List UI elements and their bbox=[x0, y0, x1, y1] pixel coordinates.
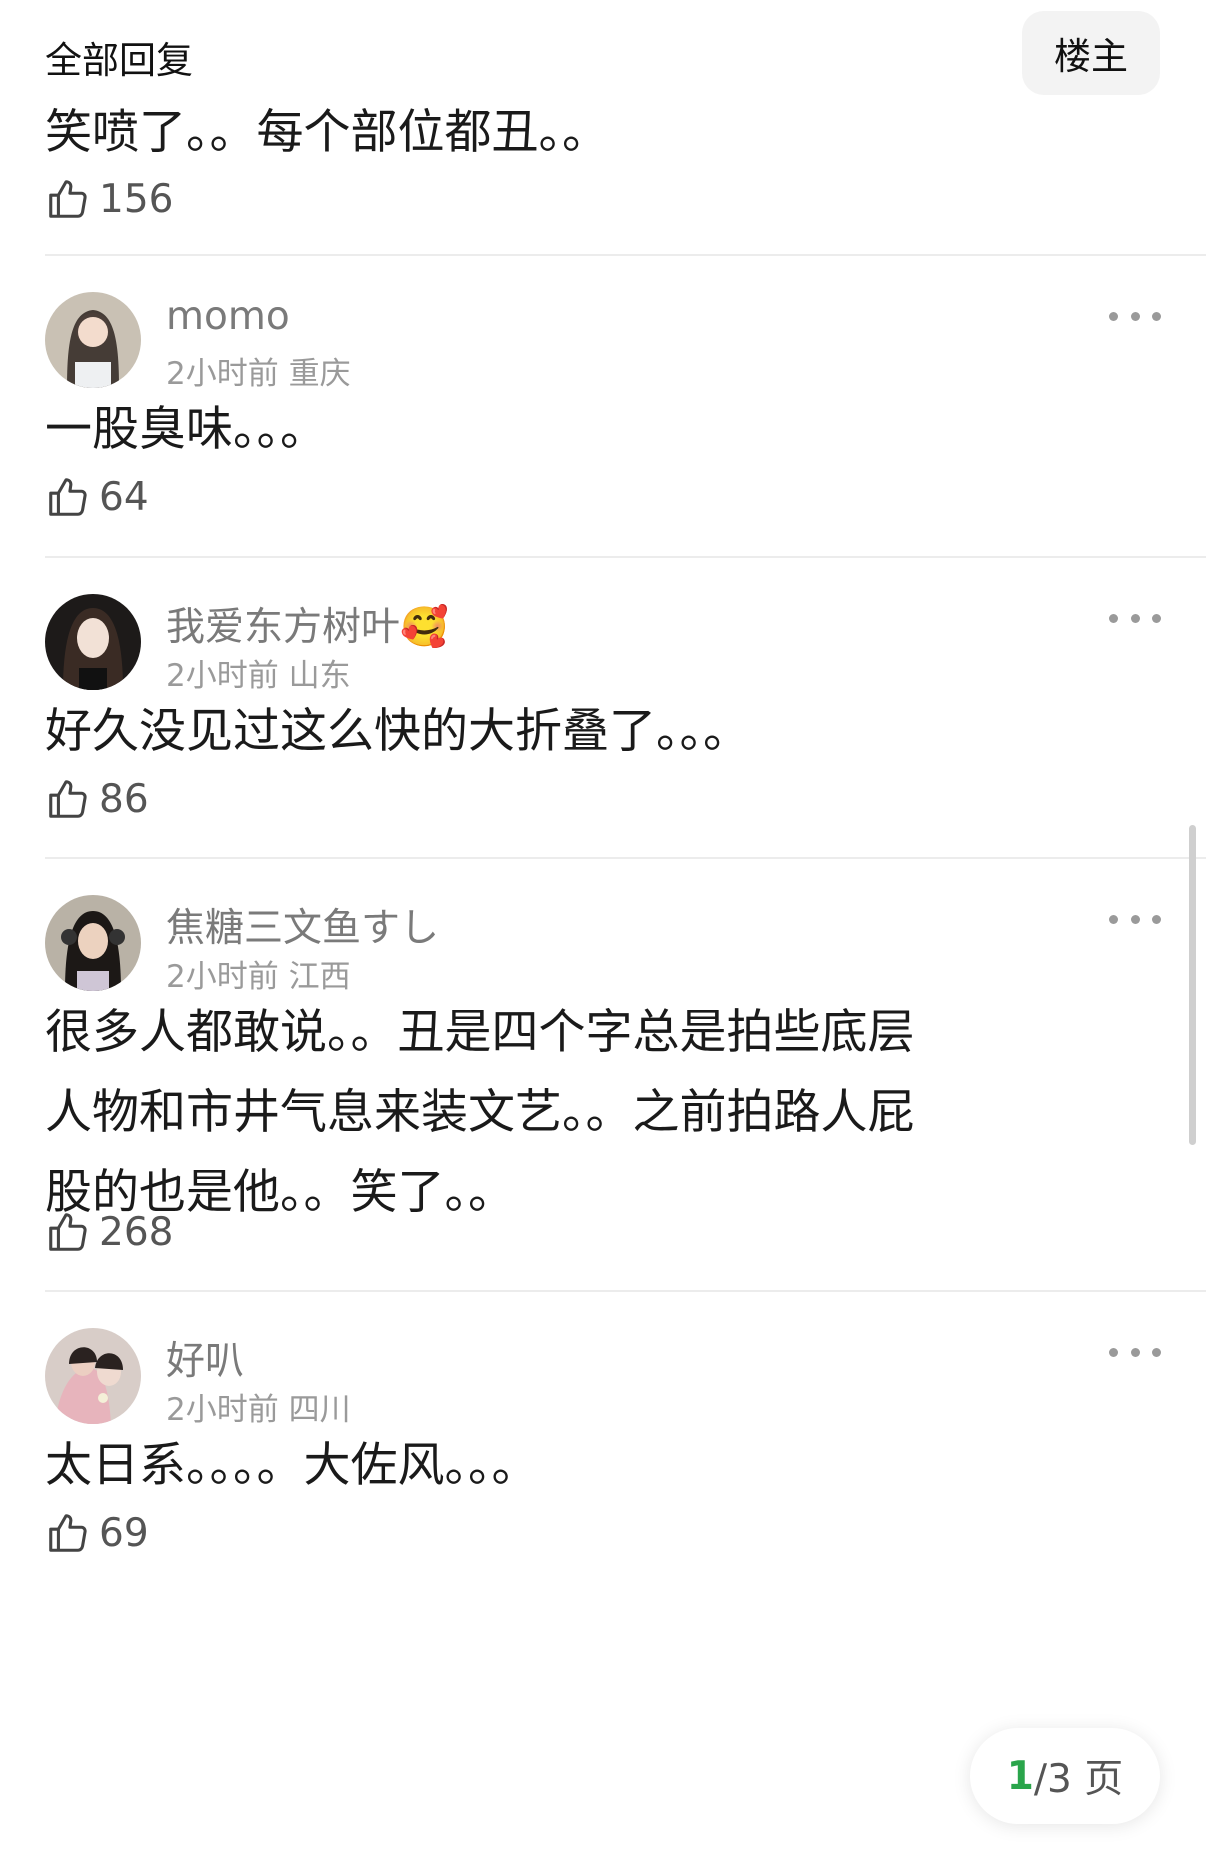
username[interactable]: 我爱东方树叶🥰 bbox=[166, 596, 449, 652]
reply-item: 笑喷了。。每个部位都丑。。 156 bbox=[45, 105, 1206, 256]
avatar[interactable] bbox=[45, 594, 141, 690]
like-count: 268 bbox=[99, 1209, 174, 1255]
thumbs-up-icon bbox=[49, 1213, 87, 1251]
more-icon[interactable] bbox=[1109, 608, 1161, 628]
page-title: 全部回复 bbox=[45, 39, 193, 82]
scrollbar[interactable] bbox=[1189, 825, 1196, 1145]
reply-header: 好叭 2小时前 四川 bbox=[45, 1328, 1206, 1428]
reply-meta: 2小时前 江西 bbox=[166, 959, 351, 995]
avatar[interactable] bbox=[45, 1328, 141, 1424]
like-button[interactable]: 156 bbox=[45, 176, 173, 222]
like-count: 86 bbox=[99, 776, 149, 822]
total-pages: /3 页 bbox=[1033, 1757, 1124, 1802]
like-count: 64 bbox=[99, 474, 149, 520]
reply-header: 我爱东方树叶🥰 2小时前 山东 bbox=[45, 594, 1206, 694]
username[interactable]: momo bbox=[166, 294, 290, 339]
reply-content: 一股臭味。。。 bbox=[45, 402, 327, 457]
thumbs-up-icon bbox=[49, 478, 87, 516]
thumbs-up-icon bbox=[49, 780, 87, 818]
username[interactable]: 焦糖三文鱼すし bbox=[166, 897, 439, 953]
reply-content: 好久没见过这么快的大折叠了。。。 bbox=[45, 704, 750, 759]
page-indicator[interactable]: 1/3 页 bbox=[970, 1728, 1160, 1824]
reply-header: momo 2小时前 重庆 bbox=[45, 292, 1206, 392]
thumbs-up-icon bbox=[49, 1514, 87, 1552]
reply-header: 焦糖三文鱼すし 2小时前 江西 bbox=[45, 895, 1206, 995]
reply-meta: 2小时前 重庆 bbox=[166, 356, 351, 392]
more-icon[interactable] bbox=[1109, 909, 1161, 929]
avatar[interactable] bbox=[45, 895, 141, 991]
reply-content: 很多人都敢说。。丑是四个字总是拍些底层人物和市井气息来装文艺。。之前拍路人屁股的… bbox=[45, 1005, 915, 1220]
avatar[interactable] bbox=[45, 292, 141, 388]
like-button[interactable]: 86 bbox=[45, 776, 149, 822]
more-icon[interactable] bbox=[1109, 306, 1161, 326]
reply-meta: 2小时前 山东 bbox=[166, 658, 351, 694]
op-filter-button[interactable]: 楼主 bbox=[1022, 11, 1160, 95]
reply-item: momo 2小时前 重庆 一股臭味。。。 64 bbox=[45, 256, 1206, 558]
like-count: 156 bbox=[99, 176, 174, 222]
reply-content: 笑喷了。。每个部位都丑。。 bbox=[45, 105, 609, 160]
username[interactable]: 好叭 bbox=[166, 1330, 244, 1386]
reply-item: 我爱东方树叶🥰 2小时前 山东 好久没见过这么快的大折叠了。。。 86 bbox=[45, 558, 1206, 859]
like-count: 69 bbox=[99, 1510, 149, 1556]
reply-page: 全部回复 楼主 笑喷了。。每个部位都丑。。 156 momo 2小时前 重庆 一… bbox=[0, 0, 1206, 1860]
header: 全部回复 楼主 bbox=[0, 0, 1206, 105]
reply-content: 太日系。。。。大佐风。。。 bbox=[45, 1438, 539, 1493]
like-button[interactable]: 64 bbox=[45, 474, 149, 520]
like-button[interactable]: 268 bbox=[45, 1209, 173, 1255]
thumbs-up-icon bbox=[49, 180, 87, 218]
like-button[interactable]: 69 bbox=[45, 1510, 149, 1556]
more-icon[interactable] bbox=[1109, 1342, 1161, 1362]
current-page: 1 bbox=[1006, 1753, 1034, 1799]
reply-meta: 2小时前 四川 bbox=[166, 1392, 351, 1428]
reply-item: 好叭 2小时前 四川 太日系。。。。大佐风。。。 69 bbox=[45, 1292, 1206, 1592]
reply-item: 焦糖三文鱼すし 2小时前 江西 很多人都敢说。。丑是四个字总是拍些底层人物和市井… bbox=[45, 859, 1206, 1292]
